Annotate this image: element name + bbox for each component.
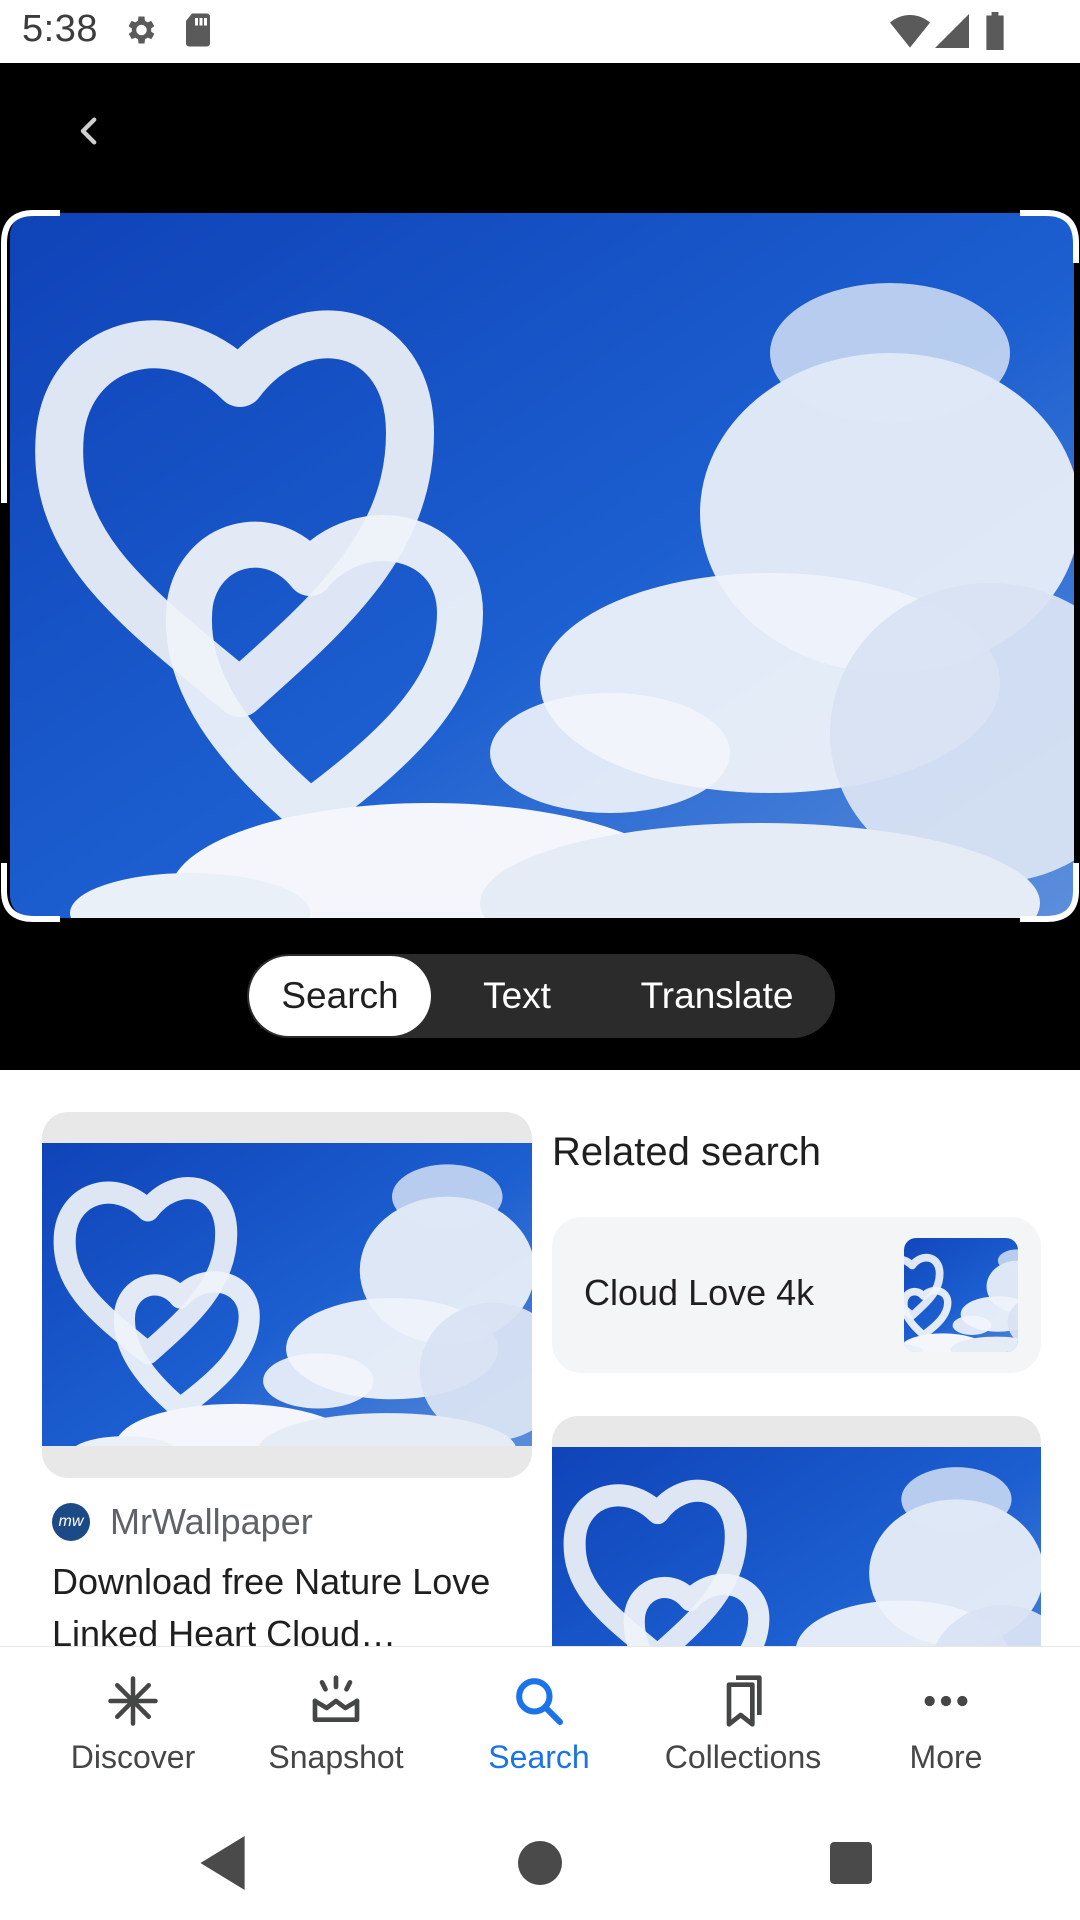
snapshot-icon xyxy=(306,1671,366,1731)
system-navigation-bar xyxy=(0,1806,1080,1920)
nav-search[interactable]: Search xyxy=(439,1647,639,1807)
selection-frame[interactable] xyxy=(0,203,1080,923)
gear-icon xyxy=(122,12,158,53)
mode-switcher: Search Text Translate xyxy=(247,954,835,1038)
nav-label: Discover xyxy=(70,1739,196,1775)
lens-viewer: Search Text Translate xyxy=(0,63,1080,1070)
bottom-navigation: Discover Snapshot Search Collections Mor… xyxy=(0,1646,1080,1806)
search-icon xyxy=(509,1671,569,1731)
google-lens-screen: 5:38 Search Text Translate mw MrWallpape… xyxy=(0,0,1080,1920)
status-bar: 5:38 xyxy=(0,0,1080,63)
back-triangle-icon[interactable] xyxy=(190,1828,260,1898)
nav-more[interactable]: More xyxy=(846,1647,1046,1807)
wifi-icon xyxy=(890,14,930,53)
asterisk-icon xyxy=(103,1671,163,1731)
tab-text[interactable]: Text xyxy=(437,954,597,1038)
battery-icon xyxy=(984,12,1006,55)
nav-label: Snapshot xyxy=(268,1739,404,1775)
result-title[interactable]: Download free Nature Love Linked Heart C… xyxy=(52,1556,522,1646)
nav-discover[interactable]: Discover xyxy=(33,1647,233,1807)
result-image[interactable] xyxy=(42,1112,532,1478)
recents-square-icon[interactable] xyxy=(816,1828,886,1898)
nav-collections[interactable]: Collections xyxy=(643,1647,843,1807)
results-sheet: mw MrWallpaper Download free Nature Love… xyxy=(0,1070,1080,1646)
back-button[interactable] xyxy=(62,103,118,159)
more-dots-icon xyxy=(916,1671,976,1731)
home-circle-icon[interactable] xyxy=(505,1828,575,1898)
chevron-left-icon xyxy=(80,117,97,145)
collections-icon xyxy=(713,1671,773,1731)
source-name: MrWallpaper xyxy=(110,1501,313,1542)
source-logo: mw xyxy=(52,1503,90,1541)
related-search-heading: Related search xyxy=(552,1130,822,1174)
nav-label: Collections xyxy=(664,1739,822,1775)
tab-search[interactable]: Search xyxy=(249,956,431,1036)
related-chip-label: Cloud Love 4k xyxy=(584,1272,815,1313)
nav-label: Search xyxy=(488,1739,590,1775)
result-source[interactable]: mw MrWallpaper xyxy=(52,1500,313,1544)
signal-icon xyxy=(934,14,970,53)
tab-translate[interactable]: Translate xyxy=(607,954,827,1038)
nav-label: More xyxy=(909,1739,983,1775)
result-image-2[interactable] xyxy=(552,1416,1041,1646)
related-search-chip[interactable]: Cloud Love 4k xyxy=(552,1217,1041,1373)
crop-corners[interactable] xyxy=(0,203,1080,923)
status-time: 5:38 xyxy=(22,8,98,50)
nav-snapshot[interactable]: Snapshot xyxy=(236,1647,436,1807)
related-chip-thumbnail xyxy=(904,1238,1018,1352)
sd-card-icon xyxy=(182,12,214,53)
